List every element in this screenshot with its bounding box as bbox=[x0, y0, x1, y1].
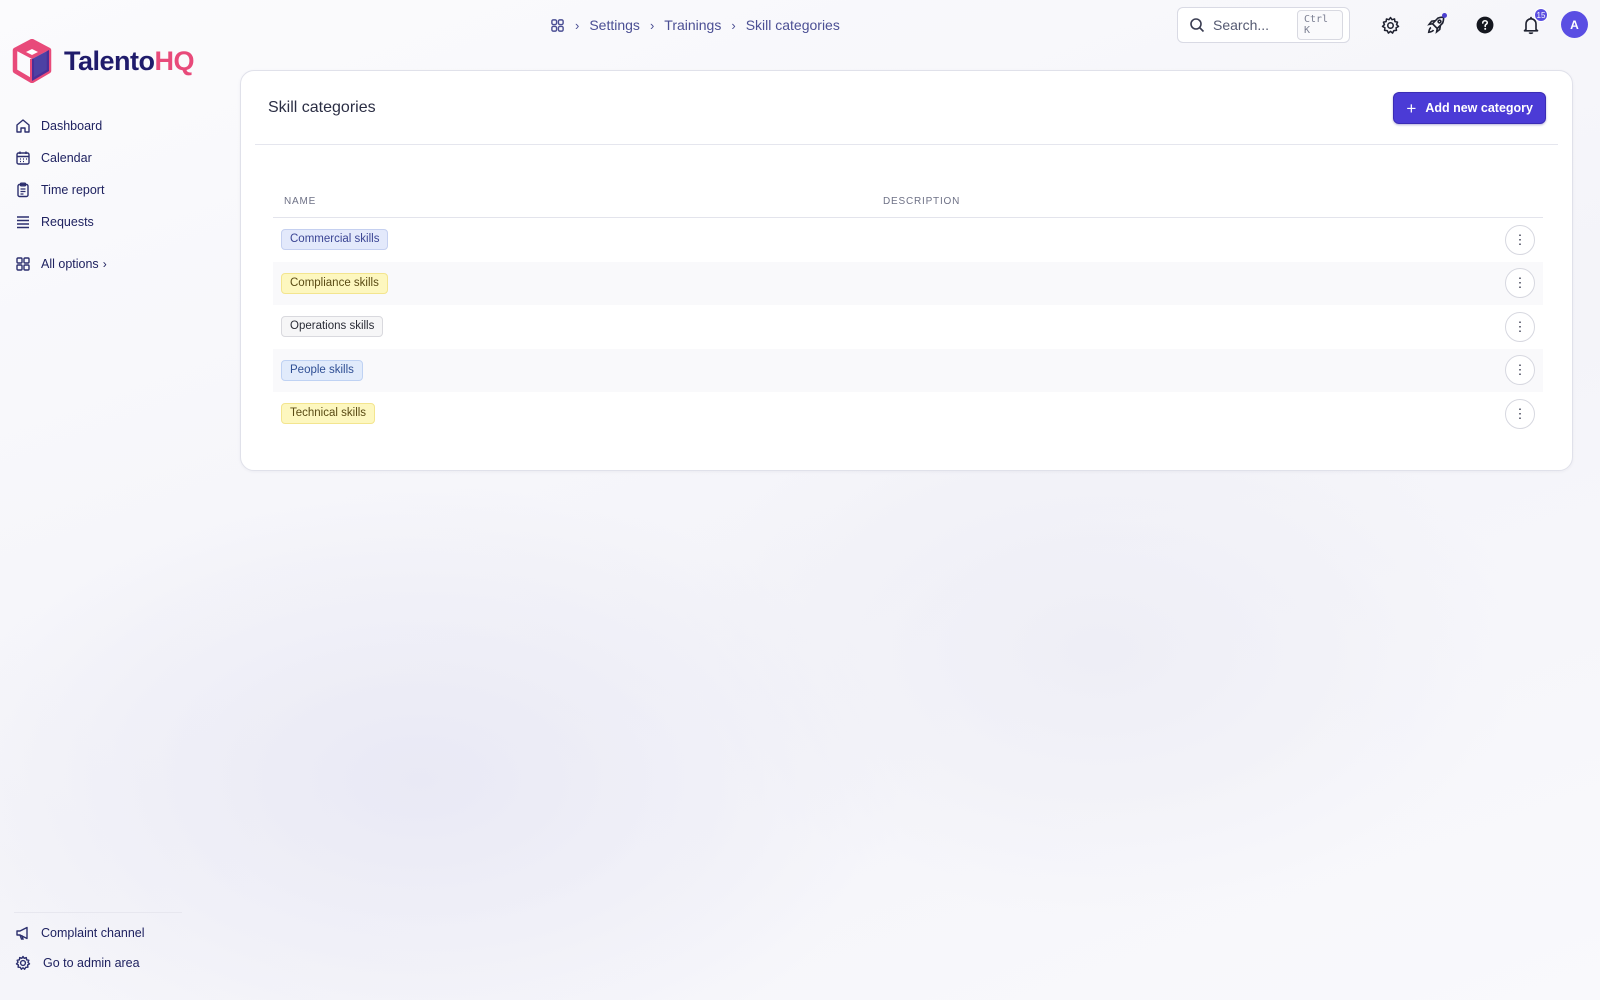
sidebar-item-label: Complaint channel bbox=[41, 926, 145, 940]
rocket-icon bbox=[1426, 15, 1446, 35]
sidebar-item-requests[interactable]: Requests bbox=[14, 206, 107, 238]
row-actions-button[interactable]: ⋮ bbox=[1505, 311, 1535, 342]
chevron-right-icon: › bbox=[575, 17, 580, 33]
category-tag[interactable]: Compliance skills bbox=[281, 272, 388, 294]
app-name: TalentoHQ bbox=[64, 46, 194, 77]
help-button[interactable] bbox=[1472, 12, 1498, 38]
search-box[interactable]: Ctrl K bbox=[1177, 7, 1350, 43]
row-actions-button[interactable]: ⋮ bbox=[1505, 268, 1535, 299]
sidebar-item-label: All options bbox=[41, 257, 99, 271]
home-icon bbox=[14, 117, 32, 135]
table-row[interactable]: Compliance skills ⋮ bbox=[273, 261, 1543, 305]
help-icon bbox=[1476, 16, 1494, 34]
sidebar-item-dashboard[interactable]: Dashboard bbox=[14, 110, 107, 142]
chevron-right-icon: › bbox=[102, 257, 107, 271]
breadcrumb-trainings[interactable]: Trainings bbox=[664, 17, 721, 33]
sidebar-item-label: Go to admin area bbox=[43, 956, 140, 970]
cube-logo-icon bbox=[12, 39, 52, 83]
gear-icon bbox=[1381, 16, 1400, 35]
table-body: Commercial skills ⋮ Compliance skills ⋮ … bbox=[273, 218, 1543, 436]
category-tag[interactable]: Operations skills bbox=[281, 316, 384, 338]
megaphone-icon bbox=[14, 924, 32, 942]
chevron-right-icon: › bbox=[649, 17, 655, 33]
apps-grid-icon[interactable] bbox=[550, 18, 565, 33]
sidebar-item-admin-area[interactable]: Go to admin area bbox=[14, 948, 189, 978]
table-row[interactable]: Commercial skills ⋮ bbox=[273, 218, 1543, 262]
whats-new-button[interactable] bbox=[1423, 12, 1449, 38]
search-icon bbox=[1189, 17, 1205, 33]
skill-categories-card: Skill categories + Add new category NAME… bbox=[240, 70, 1573, 471]
list-icon bbox=[14, 213, 32, 231]
skill-categories-table: NAME DESCRIPTION Commercial skills ⋮ Com… bbox=[273, 185, 1543, 436]
table-row[interactable]: People skills ⋮ bbox=[273, 348, 1543, 392]
table-row[interactable]: Operations skills ⋮ bbox=[273, 305, 1543, 349]
chevron-right-icon: › bbox=[731, 17, 736, 33]
sidebar-item-complaint-channel[interactable]: Complaint channel bbox=[14, 918, 189, 948]
app-logo[interactable]: TalentoHQ bbox=[12, 39, 194, 83]
sidebar-item-all-options[interactable]: All options › bbox=[14, 248, 107, 280]
clipboard-icon bbox=[14, 181, 32, 199]
add-new-category-button[interactable]: + Add new category bbox=[1393, 92, 1546, 124]
add-new-category-label: Add new category bbox=[1425, 101, 1533, 115]
sidebar-bottom-nav: Complaint channel Go to admin area bbox=[14, 912, 189, 978]
column-header-name[interactable]: NAME bbox=[273, 196, 883, 207]
row-actions-button[interactable]: ⋮ bbox=[1505, 355, 1535, 386]
gear-icon bbox=[14, 954, 32, 972]
page-title: Skill categories bbox=[268, 99, 376, 116]
category-tag[interactable]: Commercial skills bbox=[281, 229, 389, 251]
sidebar-item-label: Calendar bbox=[41, 151, 92, 165]
plus-icon: + bbox=[1406, 98, 1417, 118]
sidebar-nav: Dashboard Calendar Time report Requests … bbox=[14, 110, 107, 280]
sidebar-item-time-report[interactable]: Time report bbox=[14, 174, 107, 206]
logo-text-hq: HQ bbox=[154, 45, 195, 76]
settings-button[interactable] bbox=[1377, 12, 1403, 38]
breadcrumb: › Settings › Trainings › Skill categorie… bbox=[550, 13, 840, 37]
sidebar-item-label: Time report bbox=[41, 183, 105, 197]
row-actions-button[interactable]: ⋮ bbox=[1505, 224, 1535, 255]
card-header: Skill categories + Add new category bbox=[241, 71, 1572, 145]
calendar-icon bbox=[14, 149, 32, 167]
notifications-button[interactable]: 15 bbox=[1518, 8, 1548, 38]
category-tag[interactable]: People skills bbox=[281, 359, 363, 381]
sidebar-item-label: Dashboard bbox=[41, 119, 103, 133]
search-shortcut-hint: Ctrl K bbox=[1297, 10, 1343, 40]
more-vertical-icon: ⋮ bbox=[1513, 318, 1527, 334]
grid-icon bbox=[14, 255, 32, 273]
more-vertical-icon: ⋮ bbox=[1513, 362, 1527, 378]
column-header-description[interactable]: DESCRIPTION bbox=[883, 196, 1543, 207]
sidebar-item-label: Requests bbox=[41, 215, 94, 229]
table-header: NAME DESCRIPTION bbox=[273, 185, 1543, 218]
category-tag[interactable]: Technical skills bbox=[281, 403, 376, 425]
breadcrumb-settings[interactable]: Settings bbox=[589, 17, 640, 33]
row-actions-button[interactable]: ⋮ bbox=[1505, 398, 1535, 429]
breadcrumb-skill-categories[interactable]: Skill categories bbox=[746, 17, 840, 33]
more-vertical-icon: ⋮ bbox=[1513, 405, 1527, 421]
logo-text-talento: Talento bbox=[64, 45, 155, 76]
user-avatar[interactable]: A bbox=[1561, 11, 1588, 38]
sidebar: TalentoHQ Dashboard Calendar Time report bbox=[0, 0, 210, 1000]
sidebar-item-calendar[interactable]: Calendar bbox=[14, 142, 107, 174]
more-vertical-icon: ⋮ bbox=[1513, 275, 1527, 291]
new-indicator-dot bbox=[1442, 13, 1447, 18]
search-input[interactable] bbox=[1213, 17, 1297, 33]
table-row[interactable]: Technical skills ⋮ bbox=[273, 392, 1543, 436]
notification-count-badge: 15 bbox=[1534, 8, 1548, 22]
more-vertical-icon: ⋮ bbox=[1513, 231, 1527, 247]
